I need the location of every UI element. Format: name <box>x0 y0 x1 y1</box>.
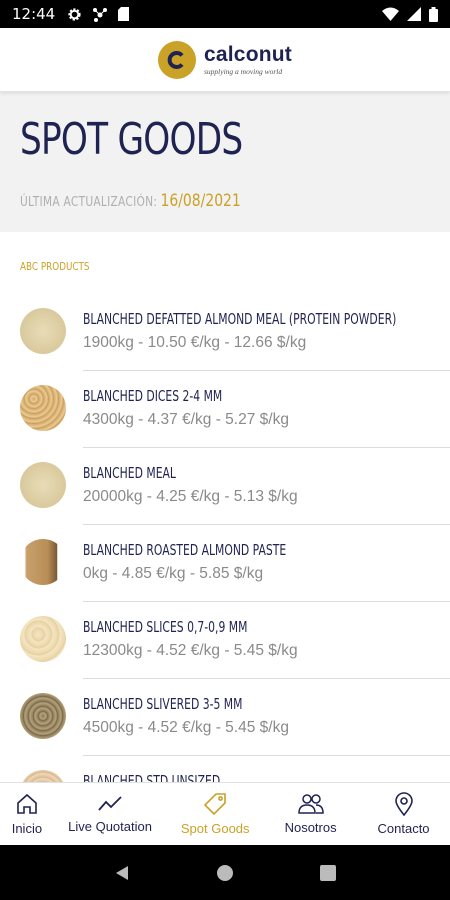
logo-tagline: supplying a moving world <box>204 66 283 76</box>
sd-card-icon <box>118 7 130 21</box>
tag-icon <box>204 793 227 816</box>
last-update-label: ÚLTIMA ACTUALIZACIÓN: <box>20 195 158 210</box>
back-icon[interactable] <box>113 864 131 882</box>
product-detail: 4300kg - 4.37 €/kg - 5.27 $/kg <box>83 411 289 428</box>
product-item[interactable]: BLANCHED ROASTED ALMOND PASTE 0kg - 4.85 … <box>0 525 450 602</box>
product-thumbnail <box>20 693 66 739</box>
nav-label-live-quotation: Live Quotation <box>68 819 152 834</box>
product-item[interactable]: BLANCHED SLICES 0,7-0,9 MM 12300kg - 4.52… <box>0 602 450 679</box>
nav-live-quotation[interactable]: Live Quotation <box>54 783 167 845</box>
product-text: BLANCHED SLICES 0,7-0,9 MM 12300kg - 4.52… <box>83 618 440 660</box>
product-name: BLANCHED DEFATTED ALMOND MEAL (PROTEIN P… <box>83 310 397 328</box>
home-button-icon[interactable] <box>216 864 234 882</box>
last-update-date: 16/08/2021 <box>160 191 241 211</box>
product-text: BLANCHED DEFATTED ALMOND MEAL (PROTEIN P… <box>83 310 440 352</box>
app-header: calconut supplying a moving world <box>0 28 450 92</box>
home-icon <box>17 793 37 814</box>
location-pin-icon <box>394 792 413 816</box>
product-list: BLANCHED DEFATTED ALMOND MEAL (PROTEIN P… <box>0 294 450 782</box>
product-item[interactable]: BLANCHED DEFATTED ALMOND MEAL (PROTEIN P… <box>0 294 450 371</box>
product-thumbnail <box>20 462 66 508</box>
product-name: BLANCHED SLIVERED 3-5 MM <box>83 695 243 713</box>
product-detail: 1900kg - 10.50 €/kg - 12.66 $/kg <box>83 334 307 351</box>
product-thumbnail <box>20 770 66 782</box>
nav-label-nosotros: Nosotros <box>284 820 337 835</box>
bottom-nav: Inicio Live Quotation Spot Goods Nosotro… <box>0 782 450 845</box>
nav-label-contacto: Contacto <box>377 821 430 836</box>
product-text: BLANCHED ROASTED ALMOND PASTE 0kg - 4.85 … <box>83 541 440 583</box>
trend-icon <box>98 796 122 811</box>
product-name: BLANCHED MEAL <box>83 464 176 482</box>
network-icon <box>93 7 108 22</box>
logo-name: calconut <box>204 42 292 66</box>
product-name: BLANCHED SLICES 0,7-0,9 MM <box>83 618 248 636</box>
last-update: ÚLTIMA ACTUALIZACIÓN: 16/08/2021 <box>20 191 356 211</box>
product-item[interactable]: BLANCHED SLIVERED 3-5 MM 4500kg - 4.52 €/… <box>0 679 450 756</box>
page-hero: SPOT GOODS ÚLTIMA ACTUALIZACIÓN: 16/08/2… <box>0 92 450 232</box>
calconut-logo[interactable]: calconut supplying a moving world <box>158 40 292 79</box>
product-name: BLANCHED ROASTED ALMOND PASTE <box>83 541 287 559</box>
product-text: BLANCHED DICES 2-4 MM 4300kg - 4.37 €/kg … <box>83 387 440 429</box>
section-label: ABC PRODUCTS <box>20 260 90 273</box>
product-text: BLANCHED SLIVERED 3-5 MM 4500kg - 4.52 €/… <box>83 695 440 737</box>
system-nav-bar <box>0 845 450 900</box>
product-detail: 0kg - 4.85 €/kg - 5.85 $/kg <box>83 565 264 582</box>
product-content[interactable]: ABC PRODUCTS BLANCHED DEFATTED ALMOND ME… <box>0 232 450 782</box>
wifi-icon <box>382 7 399 21</box>
product-thumbnail <box>20 308 66 354</box>
nav-spot-goods[interactable]: Spot Goods <box>166 783 264 845</box>
battery-icon <box>429 6 438 22</box>
nav-label-spot-goods: Spot Goods <box>180 821 250 836</box>
signal-icon <box>407 7 421 21</box>
product-name: BLANCHED DICES 2-4 MM <box>83 387 223 405</box>
product-detail: 4500kg - 4.52 €/kg - 5.45 $/kg <box>83 719 289 736</box>
product-item[interactable]: BLANCHED MEAL 20000kg - 4.25 €/kg - 5.13 … <box>0 448 450 525</box>
product-thumbnail <box>20 539 66 585</box>
product-thumbnail <box>20 616 66 662</box>
product-item[interactable]: BLANCHED STD UNSIZED <box>0 756 450 782</box>
product-thumbnail <box>20 385 66 431</box>
nav-contacto[interactable]: Contacto <box>357 783 450 845</box>
status-time: 12:44 <box>12 5 56 23</box>
nav-inicio[interactable]: Inicio <box>0 783 54 845</box>
product-text: BLANCHED MEAL 20000kg - 4.25 €/kg - 5.13 … <box>83 464 440 506</box>
product-name: BLANCHED STD UNSIZED <box>83 772 221 782</box>
recents-icon[interactable] <box>319 864 337 882</box>
logo-mark <box>158 40 197 79</box>
nav-nosotros[interactable]: Nosotros <box>264 783 357 845</box>
nav-label-inicio: Inicio <box>11 821 43 836</box>
page-title: SPOT GOODS <box>20 114 243 165</box>
product-detail: 20000kg - 4.25 €/kg - 5.13 $/kg <box>83 488 298 505</box>
status-bar: 12:44 <box>0 0 450 28</box>
product-text: BLANCHED STD UNSIZED <box>83 772 440 782</box>
product-item[interactable]: BLANCHED DICES 2-4 MM 4300kg - 4.37 €/kg … <box>0 371 450 448</box>
people-icon <box>297 794 324 814</box>
gear-icon <box>68 7 81 21</box>
product-detail: 12300kg - 4.52 €/kg - 5.45 $/kg <box>83 642 298 659</box>
